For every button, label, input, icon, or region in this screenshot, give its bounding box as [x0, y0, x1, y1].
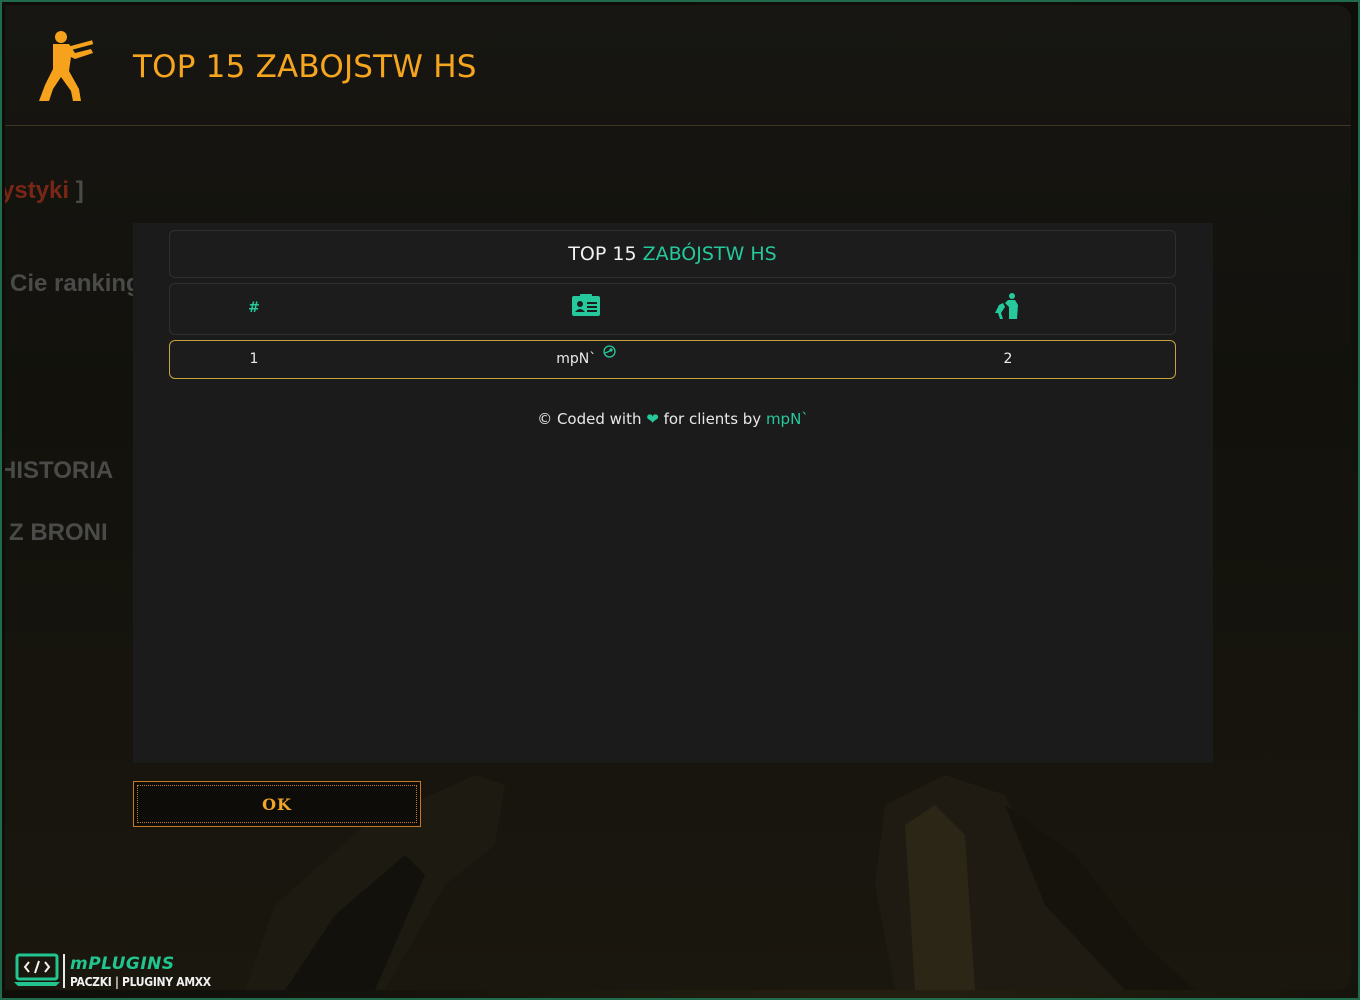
- headshot-icon: [958, 291, 1058, 325]
- stats-modal: TOP 15 ZABÓJSTW HS # 1 mpN` 2 © Coded wi…: [133, 223, 1213, 763]
- brand-name: mPLUGINS: [70, 954, 175, 974]
- author-link[interactable]: mpN`: [766, 410, 809, 428]
- window-title: TOP 15 ZABOJSTW HS: [133, 49, 477, 85]
- bg-history-text: HISTORIA: [5, 457, 114, 484]
- bg-stats-text: ystyki ]: [5, 177, 84, 204]
- column-header-rank: #: [248, 300, 260, 316]
- table-header: #: [169, 283, 1176, 335]
- brand-logo: mPLUGINS PACZKI | PLUGINY AMXX: [14, 953, 234, 993]
- brand-tagline: PACZKI | PLUGINY AMXX: [70, 975, 211, 989]
- heart-icon: ❤: [646, 410, 659, 428]
- row-rank: 1: [249, 351, 259, 367]
- code-laptop-icon: [14, 953, 60, 986]
- id-card-icon: [486, 294, 686, 322]
- bg-weapons-text: Z BRONI: [9, 519, 108, 546]
- row-kills: 2: [1003, 351, 1013, 367]
- bg-ranking-text: Cie ranking: [10, 270, 141, 297]
- modal-title-box: TOP 15 ZABÓJSTW HS: [169, 230, 1176, 278]
- row-player-name: mpN`: [556, 351, 597, 367]
- modal-title: TOP 15 ZABÓJSTW HS: [568, 243, 777, 265]
- ok-button[interactable]: OK: [133, 781, 421, 827]
- steam-icon: [603, 345, 616, 362]
- table-row[interactable]: 1 mpN` 2: [169, 340, 1176, 379]
- counter-strike-logo-icon: [39, 31, 94, 101]
- title-bar: TOP 15 ZABOJSTW HS: [5, 5, 1351, 126]
- row-player: mpN`: [486, 345, 686, 367]
- motd-window: ystyki ] Cie ranking HISTORIA Z BRONI TO…: [5, 5, 1351, 990]
- modal-footer: © Coded with ❤ for clients by mpN`: [537, 410, 809, 428]
- brand-divider: [63, 954, 65, 988]
- app-frame: ystyki ] Cie ranking HISTORIA Z BRONI TO…: [0, 0, 1360, 1000]
